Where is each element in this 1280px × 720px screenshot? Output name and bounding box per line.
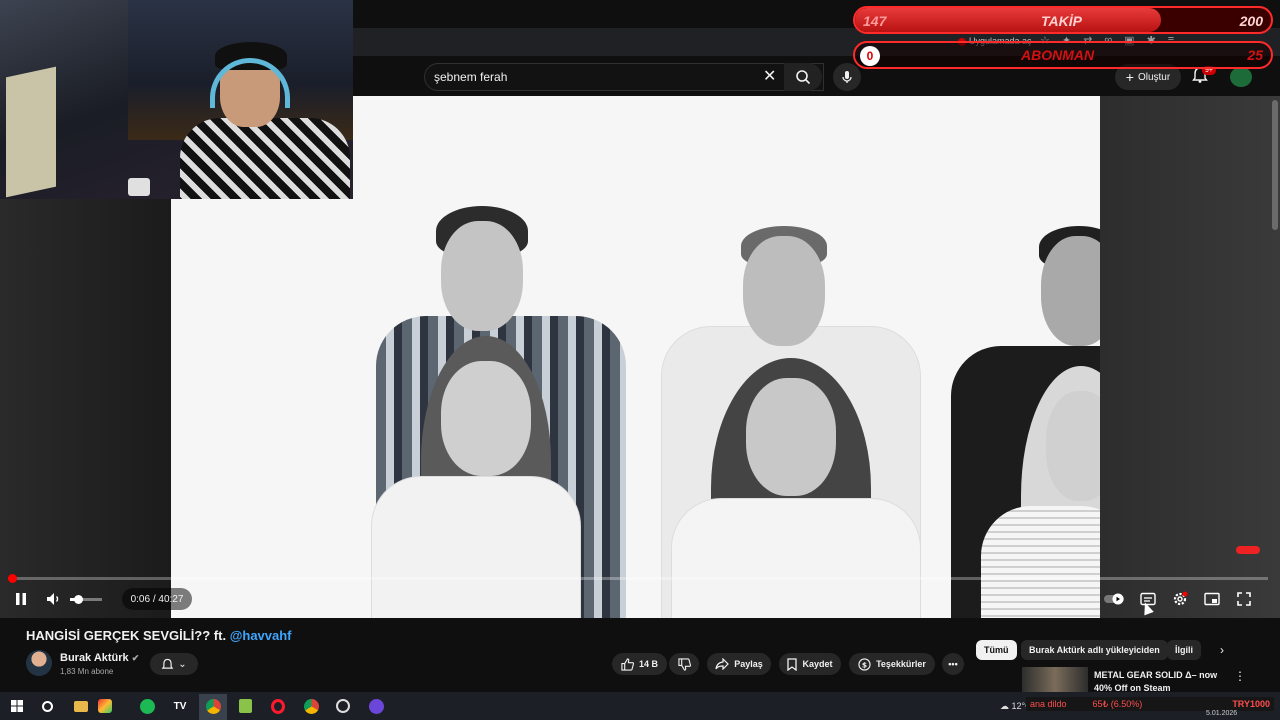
search-query: şebnem ferah: [434, 70, 508, 84]
pause-icon: [16, 593, 26, 605]
streamer-webcam: [0, 0, 353, 199]
ticker-change: 65₺ (6.50%): [1092, 698, 1143, 709]
stock-ticker: ana dildo 65₺ (6.50%) TRY1000: [1026, 697, 1274, 711]
more-horizontal-icon: •••: [948, 659, 958, 669]
subscription-bell-button[interactable]: ⌄: [150, 653, 198, 675]
autoplay-toggle[interactable]: [1104, 592, 1128, 606]
chrome-icon[interactable]: [204, 697, 222, 715]
search-icon: [796, 70, 811, 85]
volume-handle[interactable]: [74, 595, 83, 604]
pause-button[interactable]: [12, 590, 30, 608]
obs-studio-icon[interactable]: [367, 697, 385, 715]
live-indicator: [1236, 546, 1260, 554]
seek-bar[interactable]: [12, 577, 1268, 580]
follow-goal-bar: 147 TAKİP 200: [853, 6, 1273, 34]
bookmark-icon: [787, 657, 798, 671]
fullscreen-icon: [1237, 592, 1251, 606]
volume-icon: [47, 593, 59, 605]
video-title: HANGİSİ GERÇEK SEVGİLİ?? ft. @havvahf: [26, 628, 292, 643]
follow-goal-fill: [855, 8, 1161, 32]
thumbs-down-icon: [677, 657, 691, 671]
super-thanks-icon: $: [858, 657, 871, 671]
voice-search-button[interactable]: [833, 63, 861, 91]
chip-from-uploader[interactable]: Burak Aktürk adlı yükleyiciden: [1021, 640, 1168, 660]
opera-icon[interactable]: [269, 697, 287, 715]
screen: Uygulamada aç ☆ ✦ ⇄ ∞ ▣ ✱ ≡ şebnem ferah…: [0, 0, 1280, 720]
subscriber-goal-bar: 0 ABONMAN 25: [853, 41, 1273, 69]
webcam-cup: [128, 178, 150, 196]
fullscreen-button[interactable]: [1234, 590, 1254, 608]
windows-start-icon[interactable]: [8, 697, 26, 715]
channel-avatar[interactable]: [26, 650, 52, 676]
search-button[interactable]: [784, 63, 822, 91]
settings-button[interactable]: [1170, 590, 1190, 608]
like-button[interactable]: 14 B: [612, 653, 667, 675]
page-scrollbar[interactable]: [1272, 100, 1278, 230]
more-vertical-icon[interactable]: ⋮: [1234, 669, 1246, 683]
ticker-item: ana dildo: [1030, 699, 1067, 709]
clear-search-icon[interactable]: ✕: [763, 66, 776, 86]
thanks-button[interactable]: $ Teşekkürler: [849, 653, 935, 675]
taskbar-date: 5.01.2026: [1206, 710, 1238, 717]
follow-current: 147: [863, 13, 887, 29]
plus-icon: +: [1125, 69, 1134, 85]
webcam-monitor: [6, 66, 56, 198]
share-icon: [715, 658, 730, 670]
chrome-profile-icon[interactable]: [302, 697, 320, 715]
autoplay-toggle-icon: [1104, 593, 1124, 605]
file-explorer-icon[interactable]: [72, 697, 90, 715]
dislike-button[interactable]: [669, 653, 699, 675]
webcam-shirt: [180, 118, 350, 199]
more-actions-button[interactable]: •••: [942, 653, 964, 675]
subscriber-target: 25: [1247, 47, 1263, 63]
account-avatar[interactable]: [1230, 67, 1252, 87]
spotify-icon[interactable]: [138, 697, 156, 715]
save-button[interactable]: Kaydet: [779, 653, 841, 675]
chevron-down-icon: ⌄: [178, 658, 187, 670]
follow-label: TAKİP: [1041, 13, 1082, 29]
recommendation-thumbnail[interactable]: [1022, 667, 1088, 693]
channel-name[interactable]: Burak Aktürk ✔: [60, 652, 139, 664]
search-circle-icon[interactable]: [38, 697, 56, 715]
chip-related[interactable]: İlgili: [1167, 640, 1201, 660]
miniplayer-button[interactable]: [1202, 590, 1222, 608]
mute-button[interactable]: [45, 590, 63, 608]
video-blur-right: [1100, 96, 1280, 618]
miniplayer-icon: [1204, 592, 1220, 606]
seek-handle[interactable]: [8, 574, 17, 583]
chip-all[interactable]: Tümü: [976, 640, 1017, 660]
channel-subscriber-count: 1,83 Mn abone: [60, 667, 114, 676]
ticker-price: TRY1000: [1232, 699, 1270, 709]
time-display: 0:06 / 40:27: [122, 588, 192, 610]
microphone-icon: [842, 71, 852, 83]
gear-icon: [1173, 591, 1188, 606]
subscriber-label: ABONMAN: [1021, 47, 1095, 63]
tradingview-icon[interactable]: TV: [171, 697, 189, 715]
office-app-icon[interactable]: [96, 697, 114, 715]
subscriber-current: 0: [860, 46, 880, 66]
follow-target: 200: [1239, 13, 1263, 29]
windows-logo-icon: [11, 700, 23, 712]
bell-icon: [161, 658, 174, 669]
mention-link[interactable]: @havvahf: [230, 628, 292, 643]
share-button[interactable]: Paylaş: [707, 653, 771, 675]
svg-text:$: $: [862, 660, 867, 669]
chevron-right-icon[interactable]: ›: [1220, 643, 1224, 657]
calculator-icon[interactable]: [236, 697, 254, 715]
verified-badge-icon: ✔: [131, 653, 140, 663]
thumbs-up-icon: [621, 657, 634, 671]
video-blur-left: [0, 199, 171, 618]
steam-icon[interactable]: [334, 697, 352, 715]
cloud-icon: ☁: [1000, 701, 1009, 711]
